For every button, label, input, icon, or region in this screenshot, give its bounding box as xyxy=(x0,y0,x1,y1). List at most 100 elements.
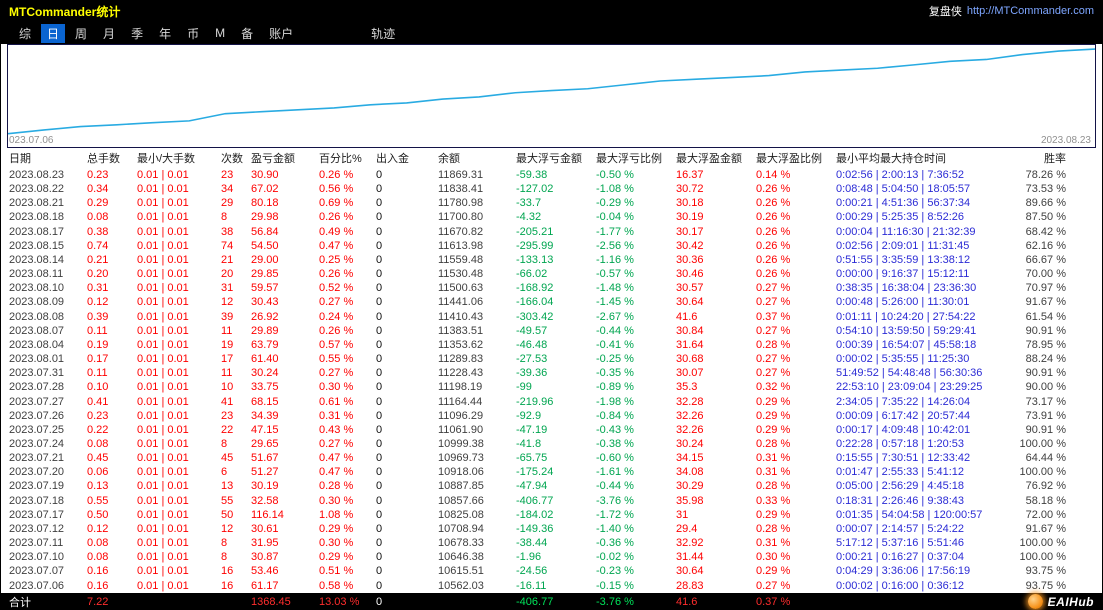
row8-col8: -168.92 xyxy=(516,282,554,295)
row26-col7: 10678.33 xyxy=(438,537,484,550)
row9-col4: 30.43 xyxy=(251,296,279,309)
table-row[interactable]: 2023.07.17 0.50 0.01 | 0.01 50 116.14 1.08 % 0… xyxy=(1,508,1102,522)
row0-col6: 0 xyxy=(376,169,383,181)
table-row[interactable]: 2023.07.21 0.45 0.01 | 0.01 45 51.67 0.47 % 0 1… xyxy=(1,451,1102,465)
table-row[interactable]: 2023.07.25 0.22 0.01 | 0.01 22 47.15 0.43 % 0 1… xyxy=(1,423,1102,437)
row9-col12: 0:00:48 | 5:26:00 | 11:30:01 xyxy=(836,296,970,309)
table-row[interactable]: 2023.08.08 0.39 0.01 | 0.01 39 26.92 0.24 % 0 1… xyxy=(1,310,1102,324)
row26-col1: 0.08 xyxy=(87,537,109,550)
table-row[interactable]: 2023.07.28 0.10 0.01 | 0.01 10 33.75 0.30 % 0 1… xyxy=(1,380,1102,394)
row18-col10: 32.26 xyxy=(676,423,704,436)
row4-col5: 0.49 % xyxy=(319,225,354,238)
table-row[interactable]: 2023.07.10 0.08 0.01 | 0.01 8 30.87 0.29 % 0 10… xyxy=(1,550,1102,564)
row25-col12: 0:00:07 | 2:14:57 | 5:24:22 xyxy=(836,522,965,535)
app-window: MTCommander统计 复盘侠 http://MTCommander.com… xyxy=(0,0,1103,610)
row24-col9: -1.72 % xyxy=(596,508,634,521)
row18-col5: 0.43 % xyxy=(319,423,354,436)
menu-item-track[interactable]: 轨迹 xyxy=(365,24,401,43)
row26-col3: 8 xyxy=(221,537,228,550)
row2-col10: 30.18 xyxy=(676,197,704,210)
row8-col9: -1.48 % xyxy=(596,282,634,295)
menu-item-6[interactable]: 年 xyxy=(153,24,177,43)
row22-col3: 13 xyxy=(221,480,234,493)
table-row[interactable]: 2023.07.24 0.08 0.01 | 0.01 8 29.65 0.27 % 0 10… xyxy=(1,437,1102,451)
row6-col9: -1.16 % xyxy=(596,253,634,266)
table-total-row: 合计 7.22 1368.45 13.03 % 0 -406.77 -3.76 % 41.6 0… xyxy=(1,593,1102,610)
menu-item-9[interactable]: 备 xyxy=(235,24,259,43)
row25-col11: 0.28 % xyxy=(756,522,791,535)
row6-col7: 11559.48 xyxy=(438,253,484,266)
table-row[interactable]: 2023.08.04 0.19 0.01 | 0.01 19 63.79 0.57 % 0 1… xyxy=(1,338,1102,352)
table-row[interactable]: 2023.08.01 0.17 0.01 | 0.01 17 61.40 0.55 % 0 1… xyxy=(1,352,1102,366)
row3-col10: 30.19 xyxy=(676,211,704,224)
menu-item-7[interactable]: 币 xyxy=(181,24,205,43)
table-row[interactable]: 2023.08.23 0.23 0.01 | 0.01 23 30.90 0.26 % 0 1… xyxy=(1,168,1102,182)
row7-col10: 30.46 xyxy=(676,268,704,281)
table-row[interactable]: 2023.07.20 0.06 0.01 | 0.01 6 51.27 0.47 % 0 10… xyxy=(1,465,1102,479)
table-row[interactable]: 2023.08.21 0.29 0.01 | 0.01 29 80.18 0.69 % 0 1… xyxy=(1,196,1102,210)
table-row[interactable]: 2023.08.07 0.11 0.01 | 0.01 11 29.89 0.26 % 0 1… xyxy=(1,324,1102,338)
table-row[interactable]: 2023.07.26 0.23 0.01 | 0.01 23 34.39 0.31 % 0 1… xyxy=(1,409,1102,423)
brand-url-link[interactable]: http://MTCommander.com xyxy=(967,5,1094,17)
title-bar: MTCommander统计 复盘侠 http://MTCommander.com xyxy=(1,0,1102,22)
row22-col11: 0.28 % xyxy=(756,480,791,493)
column-header-col3: 次数 xyxy=(221,153,243,165)
row21-col8: -175.24 xyxy=(516,466,554,479)
row28-col6: 0 xyxy=(376,565,383,578)
menu-item-1[interactable]: 综 xyxy=(13,24,37,43)
row14-col10: 30.07 xyxy=(676,367,704,380)
menu-item-10[interactable]: 账户 xyxy=(263,24,299,43)
row5-col0: 2023.08.15 xyxy=(9,239,65,252)
table-row[interactable]: 2023.07.07 0.16 0.01 | 0.01 16 53.46 0.51 % 0 1… xyxy=(1,564,1102,578)
menu-item-2[interactable]: 日 xyxy=(41,23,66,43)
row28-col9: -0.23 % xyxy=(596,565,634,578)
row16-col0: 2023.07.27 xyxy=(9,395,65,408)
row7-col13: 70.00 % xyxy=(1025,268,1066,281)
row25-col9: -1.40 % xyxy=(596,522,634,535)
table-row[interactable]: 2023.08.17 0.38 0.01 | 0.01 38 56.84 0.49 % 0 1… xyxy=(1,225,1102,239)
table-row[interactable]: 2023.08.09 0.12 0.01 | 0.01 12 30.43 0.27 % 0 1… xyxy=(1,295,1102,309)
table-row[interactable]: 2023.07.19 0.13 0.01 | 0.01 13 30.19 0.28 % 0 1… xyxy=(1,479,1102,493)
menu-item-4[interactable]: 月 xyxy=(97,24,121,43)
table-row[interactable]: 2023.08.18 0.08 0.01 | 0.01 8 29.98 0.26 % 0 11… xyxy=(1,210,1102,224)
table-row[interactable]: 2023.08.15 0.74 0.01 | 0.01 74 54.50 0.47 % 0 1… xyxy=(1,239,1102,253)
row6-col12: 0:51:55 | 3:35:59 | 13:38:12 xyxy=(836,253,971,266)
row6-col5: 0.25 % xyxy=(319,253,354,266)
table-row[interactable]: 2023.07.06 0.16 0.01 | 0.01 16 61.17 0.58 % 0 1… xyxy=(1,579,1102,593)
row0-col1: 0.23 xyxy=(87,169,109,181)
row0-col7: 11869.31 xyxy=(438,169,484,181)
row20-col7: 10969.73 xyxy=(438,452,484,465)
row10-col5: 0.24 % xyxy=(319,310,354,323)
row14-col3: 11 xyxy=(221,367,233,380)
row26-col10: 32.92 xyxy=(676,537,704,550)
row1-col4: 67.02 xyxy=(251,183,279,196)
row7-col4: 29.85 xyxy=(251,268,279,281)
row23-col13: 58.18 % xyxy=(1025,494,1066,507)
row21-col11: 0.31 % xyxy=(756,466,791,479)
table-row[interactable]: 2023.07.31 0.11 0.01 | 0.01 11 30.24 0.27 % 0 1… xyxy=(1,366,1102,380)
row8-col0: 2023.08.10 xyxy=(9,282,65,295)
table-row[interactable]: 2023.08.14 0.21 0.01 | 0.01 21 29.00 0.25 % 0 1… xyxy=(1,253,1102,267)
row26-col11: 0.31 % xyxy=(756,537,791,550)
table-row[interactable]: 2023.07.27 0.41 0.01 | 0.01 41 68.15 0.61 % 0 1… xyxy=(1,395,1102,409)
table-row[interactable]: 2023.08.11 0.20 0.01 | 0.01 20 29.85 0.26 % 0 1… xyxy=(1,267,1102,281)
total-col11: 0.37 % xyxy=(756,595,791,608)
menu-item-3[interactable]: 周 xyxy=(69,24,93,43)
row13-col10: 30.68 xyxy=(676,353,704,366)
menu-item-5[interactable]: 季 xyxy=(125,24,149,43)
table-row[interactable]: 2023.07.18 0.55 0.01 | 0.01 55 32.58 0.30 % 0 1… xyxy=(1,494,1102,508)
row25-col3: 12 xyxy=(221,522,234,535)
row20-col0: 2023.07.21 xyxy=(9,452,65,465)
table-row[interactable]: 2023.07.12 0.12 0.01 | 0.01 12 30.61 0.29 % 0 1… xyxy=(1,522,1102,536)
menu-item-8[interactable]: M xyxy=(209,25,231,41)
row2-col4: 80.18 xyxy=(251,197,279,210)
table-row[interactable]: 2023.08.22 0.34 0.01 | 0.01 34 67.02 0.56 % 0 1… xyxy=(1,182,1102,196)
row29-col8: -16.11 xyxy=(516,579,547,592)
table-row[interactable]: 2023.08.10 0.31 0.01 | 0.01 31 59.57 0.52 % 0 1… xyxy=(1,281,1102,295)
row14-col0: 2023.07.31 xyxy=(9,367,65,380)
table-row[interactable]: 2023.07.11 0.08 0.01 | 0.01 8 31.95 0.30 % 0 10… xyxy=(1,536,1102,550)
row5-col9: -2.56 % xyxy=(596,239,634,252)
row12-col12: 0:00:39 | 16:54:07 | 45:58:18 xyxy=(836,338,977,351)
row14-col1: 0.11 xyxy=(87,367,108,380)
row12-col2: 0.01 | 0.01 xyxy=(137,338,189,351)
